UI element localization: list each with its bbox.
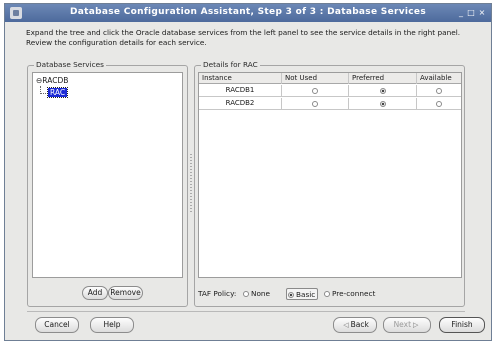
back-button-label: Back <box>350 320 369 329</box>
preferred-cell <box>349 85 417 97</box>
database-services-panel: Database Services ⊖RACDB RAC Add Remove <box>27 60 188 307</box>
taf-option-basic-label: Basic <box>296 290 316 299</box>
tree-connector-line <box>40 86 46 94</box>
instances-table: Instance Not Used Preferred Available RA… <box>198 72 462 278</box>
radio-not-used[interactable] <box>312 101 318 107</box>
column-header-available[interactable]: Available <box>417 73 461 84</box>
instance-cell: RACDB2 <box>199 98 282 110</box>
split-pane-divider[interactable] <box>190 154 192 214</box>
window-title: Database Configuration Assistant, Step 3… <box>70 7 426 17</box>
available-cell <box>417 98 461 110</box>
minimize-icon[interactable]: _ <box>457 9 465 17</box>
not-used-cell <box>282 98 349 110</box>
tree-node-racdb[interactable]: ⊖RACDB <box>36 76 68 85</box>
radio-available[interactable] <box>436 88 442 94</box>
remove-button[interactable]: Remove <box>108 286 143 300</box>
next-button-label: Next <box>393 320 412 329</box>
radio-icon <box>288 292 294 298</box>
taf-option-basic[interactable]: Basic <box>286 288 319 300</box>
taf-option-pre-connect-label: Pre-connect <box>332 289 376 298</box>
finish-button[interactable]: Finish <box>439 317 485 333</box>
column-header-not-used[interactable]: Not Used <box>282 73 349 84</box>
radio-not-used[interactable] <box>312 88 318 94</box>
column-header-instance[interactable]: Instance <box>199 73 282 84</box>
taf-option-pre-connect[interactable]: Pre-connect <box>323 288 375 300</box>
footer-separator <box>27 311 465 312</box>
radio-available[interactable] <box>436 101 442 107</box>
next-button[interactable]: Next ▷ <box>383 317 431 333</box>
radio-icon <box>324 291 330 297</box>
radio-icon <box>243 291 249 297</box>
add-button[interactable]: Add <box>82 286 108 300</box>
details-legend: Details for RAC <box>201 60 260 69</box>
taf-option-none[interactable]: None <box>242 288 270 300</box>
tree-node-racdb-label: RACDB <box>42 76 69 85</box>
close-icon[interactable]: × <box>478 9 486 17</box>
not-used-cell <box>282 85 349 97</box>
instructions: Expand the tree and click the Oracle dat… <box>26 28 461 47</box>
title-bar[interactable]: Database Configuration Assistant, Step 3… <box>5 4 491 22</box>
table-header: Instance Not Used Preferred Available <box>199 73 461 84</box>
table-row: RACDB2 <box>199 98 461 110</box>
preferred-cell <box>349 98 417 110</box>
maximize-icon[interactable]: □ <box>467 9 475 17</box>
table-row: RACDB1 <box>199 85 461 97</box>
tree-node-rac[interactable]: RAC <box>46 87 69 98</box>
details-panel: Details for RAC Instance Not Used Prefer… <box>194 60 465 307</box>
next-arrow-icon: ▷ <box>413 321 419 329</box>
radio-preferred[interactable] <box>379 88 386 94</box>
taf-policy-label: TAF Policy: <box>198 289 237 298</box>
back-button[interactable]: ◁ Back <box>333 317 377 333</box>
radio-preferred[interactable] <box>379 101 386 107</box>
column-header-preferred[interactable]: Preferred <box>349 73 417 84</box>
taf-option-none-label: None <box>251 289 271 298</box>
cancel-button[interactable]: Cancel <box>35 317 79 333</box>
back-arrow-icon: ◁ <box>343 321 349 329</box>
dbca-window: Database Configuration Assistant, Step 3… <box>4 3 492 341</box>
services-tree[interactable]: ⊖RACDB RAC <box>32 72 183 278</box>
available-cell <box>417 85 461 97</box>
help-button[interactable]: Help <box>90 317 134 333</box>
instance-cell: RACDB1 <box>199 85 282 97</box>
database-services-legend: Database Services <box>34 60 106 69</box>
